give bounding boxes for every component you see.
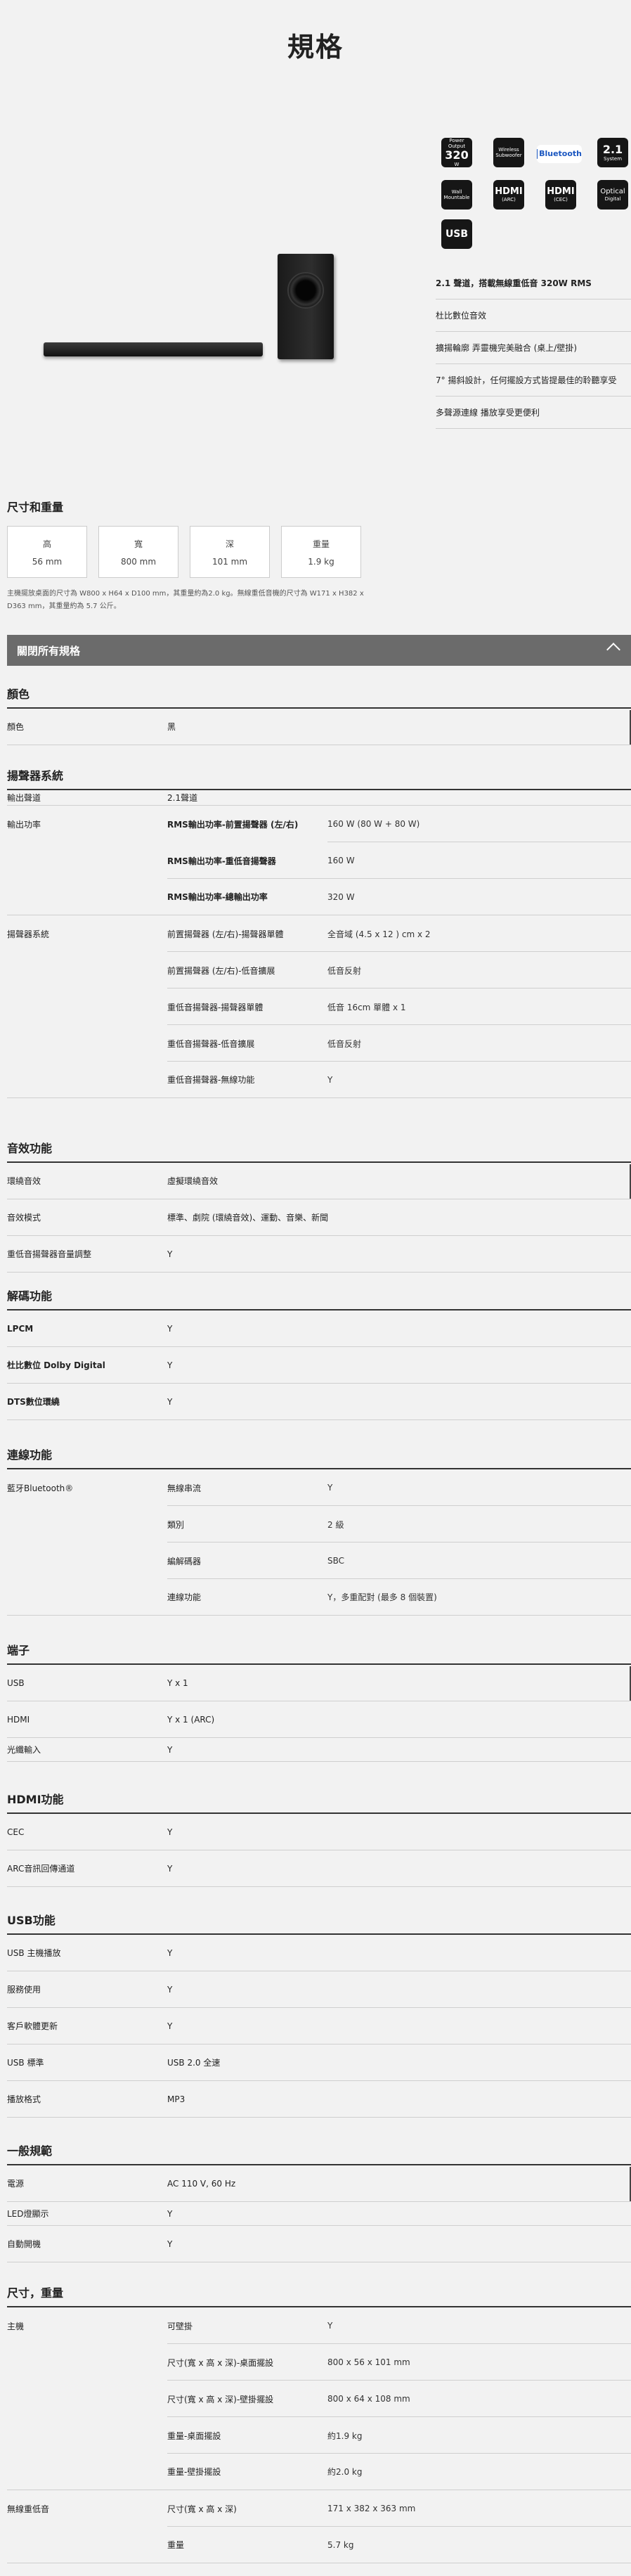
spec-section-color: 顏色 顏色黑 [7, 685, 631, 745]
table-row: 音效模式 標準、劇院 (環繞音效)、運動、音樂、新聞 [7, 1199, 631, 1236]
chevron-up-icon [606, 643, 620, 657]
spec-section-sound: 音效功能 環繞音效 虛擬環繞音效 音效模式 標準、劇院 (環繞音效)、運動、音樂、新… [7, 1139, 631, 1273]
bluetooth-icon [537, 149, 538, 159]
table-row: 連線功能 Y，多重配對 (最多 8 個裝置) [7, 1579, 631, 1616]
dimensions-note: 主機擺放桌面的尺寸為 W800 x H64 x D100 mm，其重量約為2.0… [7, 590, 364, 610]
section-title: 揚聲器系統 [7, 766, 631, 790]
table-row: 播放格式 MP3 [7, 2081, 631, 2118]
table-row: LPCM Y [7, 1310, 631, 1347]
dimension-card-width: 寬 800 mm [98, 526, 178, 578]
section-title: 端子 [7, 1641, 631, 1665]
table-row: 自動開機 Y [7, 2226, 631, 2262]
subwoofer-illustration [278, 254, 334, 359]
spec-section-decode: 解碼功能 LPCM Y 杜比數位 Dolby Digital Y DTS數位環繞 Y [7, 1287, 631, 1420]
table-row: 重低音揚聲器-無線功能 Y [7, 1062, 631, 1098]
table-row: 輸出聲道 2.1聲道 [7, 790, 631, 806]
table-row: RMS輸出功率-總輸出功率 320 W [7, 879, 631, 915]
table-row: 重量-桌面擺設 約1.9 kg [7, 2417, 631, 2454]
section-title: HDMI功能 [7, 1790, 631, 1814]
table-row: 電源 AC 110 V, 60 Hz [7, 2165, 631, 2202]
dimension-card-depth: 深 101 mm [190, 526, 270, 578]
table-row: USB 主機播放 Y [7, 1935, 631, 1971]
section-title: 連線功能 [7, 1445, 631, 1469]
table-row: CEC Y [7, 1814, 631, 1850]
table-row: 客戶軟體更新 Y [7, 2008, 631, 2044]
wall-mountable-badge: Wall Mountable [441, 180, 472, 210]
table-row: 前置揚聲器 (左/右)-低音擴展 低音反射 [7, 952, 631, 988]
table-row: 重低音揚聲器音量調整 Y [7, 1236, 631, 1273]
table-row: 輸出功率 RMS輸出功率-前置揚聲器 (左/右) 160 W (80 W + 80 … [7, 806, 631, 842]
collapse-all-specs-button[interactable]: 關閉所有規格 [7, 635, 631, 666]
table-row: 尺寸(寬 x 高 x 深)-壁掛擺設 800 x 64 x 108 mm [7, 2381, 631, 2417]
table-row: 重低音揚聲器-揚聲器單體 低音 16cm 單體 x 1 [7, 988, 631, 1025]
spec-section-usb: USB功能 USB 主機播放 Y 服務使用 Y 客戶軟體更新 Y USB 標準 USB … [7, 1911, 631, 2118]
hdmi-arc-badge: HDMI (ARC) [493, 180, 524, 210]
table-row: RMS輸出功率-重低音揚聲器 160 W [7, 842, 631, 879]
table-row: 重量-壁掛擺設 約2.0 kg [7, 2454, 631, 2490]
table-row: LED燈顯示 Y [7, 2202, 631, 2226]
table-row: 顏色黑 [7, 709, 631, 745]
dimensions-heading: 尺寸和重量 [7, 501, 64, 514]
section-title: 顏色 [7, 685, 631, 709]
usb-badge: USB [441, 219, 472, 249]
spec-section-ports: 端子 USB Y x 1 HDMI Y x 1 (ARC) 光纖輸入 Y [7, 1641, 631, 1762]
table-row: DTS數位環繞 Y [7, 1384, 631, 1420]
feature-item: 7° 揚斜設計，任何擺設方式皆提最佳的聆聽享受 [436, 364, 631, 397]
wireless-subwoofer-badge: Wireless Subwoofer [493, 138, 524, 167]
section-title: 一般規範 [7, 2142, 631, 2165]
hdmi-cec-badge: HDMI (CEC) [545, 180, 576, 210]
feature-item: 2.1 聲道，搭載無線重低音 320W RMS [436, 267, 631, 300]
spec-section-hdmi: HDMI功能 CEC Y ARC音訊回傳通道 Y [7, 1790, 631, 1887]
soundbar-illustration [44, 342, 263, 356]
power-output-badge: Power Output 320 W [441, 138, 472, 167]
table-row: 編解碼器 SBC [7, 1543, 631, 1579]
dimension-card-weight: 重量 1.9 kg [281, 526, 361, 578]
table-row: 杜比數位 Dolby Digital Y [7, 1347, 631, 1384]
table-row: 重量 5.7 kg [7, 2527, 631, 2563]
bluetooth-badge: Bluetooth [537, 145, 582, 163]
spec-section-connect: 連線功能 藍牙Bluetooth® 無線串流 Y 類別 2 級 編解碼器 SBC 連線功… [7, 1445, 631, 1616]
spec-section-general: 一般規範 電源 AC 110 V, 60 Hz LED燈顯示 Y 自動開機 Y [7, 2142, 631, 2262]
section-title: USB功能 [7, 1911, 631, 1935]
feature-item: 多聲源連線 播放享受更便利 [436, 397, 631, 429]
section-title: 音效功能 [7, 1139, 631, 1163]
section-title: 尺寸，重量 [7, 2284, 631, 2307]
product-image [42, 250, 337, 362]
table-row: 重低音揚聲器-低音擴展 低音反射 [7, 1025, 631, 1062]
table-row: USB 標準 USB 2.0 全速 [7, 2044, 631, 2081]
dimension-card-height: 高 56 mm [7, 526, 87, 578]
system-2-1-badge: 2.1 System [597, 138, 628, 167]
page-title: 規格 [287, 32, 344, 63]
table-row: ARC音訊回傳通道 Y [7, 1850, 631, 1887]
table-row: 藍牙Bluetooth® 無線串流 Y [7, 1469, 631, 1506]
feature-item: 杜比數位音效 [436, 300, 631, 332]
feature-item: 擴揚輪廓 弄靈機完美融合 (桌上/壁掛) [436, 332, 631, 364]
table-row: USB Y x 1 [7, 1665, 631, 1701]
table-row: 揚聲器系統 前置揚聲器 (左/右)-揚聲器單體 全音域 (4.5 x 12 ) cm… [7, 915, 631, 952]
table-row: 環繞音效 虛擬環繞音效 [7, 1163, 631, 1199]
dimension-cards: 高 56 mm 寬 800 mm 深 101 mm 重量 1.9 kg [7, 526, 361, 578]
subwoofer-port-illustration [287, 272, 324, 309]
feature-list: 2.1 聲道，搭載無線重低音 320W RMS 杜比數位音效 擴揚輪廓 弄靈機完… [436, 267, 631, 429]
table-row: 光纖輸入 Y [7, 1738, 631, 1762]
table-row: 類別 2 級 [7, 1506, 631, 1543]
spec-section-size: 尺寸，重量 主機 可壁掛 Y 尺寸(寬 x 高 x 深)-桌面擺設 800 x 56 … [7, 2284, 631, 2563]
table-row: 服務使用 Y [7, 1971, 631, 2008]
section-title: 解碼功能 [7, 1287, 631, 1310]
optical-digital-badge: Optical Digital [597, 180, 628, 210]
spec-section-speaker: 揚聲器系統 輸出聲道 2.1聲道 輸出功率 RMS輸出功率-前置揚聲器 (左/右) 1… [7, 766, 631, 1098]
table-row: 主機 可壁掛 Y [7, 2307, 631, 2344]
table-row: 尺寸(寬 x 高 x 深)-桌面擺設 800 x 56 x 101 mm [7, 2344, 631, 2381]
table-row: 無線重低音 尺寸(寬 x 高 x 深) 171 x 382 x 363 mm [7, 2490, 631, 2527]
table-row: HDMI Y x 1 (ARC) [7, 1701, 631, 1738]
